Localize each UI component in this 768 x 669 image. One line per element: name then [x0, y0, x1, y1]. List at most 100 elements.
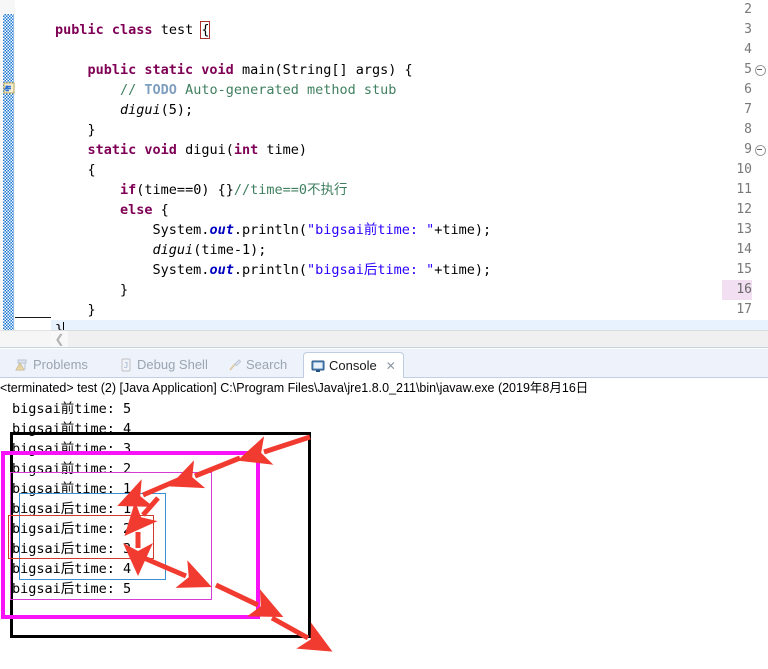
svg-text:J: J	[124, 361, 129, 370]
code-line-6[interactable]: // TODO Auto-generated method stub	[51, 80, 768, 100]
code-token: int	[233, 142, 259, 158]
tab-problems[interactable]: ! Problems	[8, 352, 95, 377]
code-token: {	[200, 21, 211, 39]
code-line-17[interactable]: }	[51, 300, 768, 320]
code-token: public static void	[87, 62, 242, 78]
code-token: digui	[152, 242, 194, 258]
tab-search[interactable]: Search	[221, 352, 294, 377]
tab-label: Console	[329, 357, 377, 373]
code-line-10[interactable]: {	[51, 160, 768, 180]
code-line-12[interactable]: else {	[51, 200, 768, 220]
console-output-line: bigsai前time: 5	[12, 401, 132, 417]
console-output-line: bigsai前time: 4	[12, 421, 132, 437]
tab-label: Problems	[33, 356, 88, 372]
bottom-view-panel: ! Problems J Debug Shell Search Console ✕ <ter…	[0, 349, 768, 669]
code-line-2[interactable]	[51, 0, 768, 20]
console-output-line: bigsai后time: 4	[12, 561, 132, 577]
code-line-8[interactable]: }	[51, 120, 768, 140]
console-output-line: bigsai前time: 2	[12, 461, 132, 477]
svg-text:!: !	[19, 365, 20, 371]
eclipse-ide-window: 23456789101112131415161718 public class …	[0, 0, 768, 669]
console-output-line: bigsai后time: 5	[12, 581, 132, 597]
code-token: +time);	[434, 262, 492, 278]
code-token: }	[55, 122, 96, 138]
code-token: (time-1);	[193, 242, 267, 258]
console-icon	[311, 359, 325, 373]
code-line-3[interactable]: public class test {	[51, 20, 768, 40]
code-token: test	[160, 22, 202, 38]
editor-horizontal-scrollbar[interactable]: ❮	[51, 330, 768, 348]
console-output-line: bigsai后time: 2	[12, 521, 132, 537]
code-line-9[interactable]: static void digui(int time)	[51, 140, 768, 160]
tab-label: Debug Shell	[137, 356, 208, 372]
code-token: +time);	[434, 222, 492, 238]
line-number-gutter	[15, 0, 51, 348]
console-output-line: bigsai后time: 1	[12, 501, 132, 517]
code-token: System.	[55, 222, 210, 238]
code-token: .println(	[233, 262, 307, 278]
close-icon[interactable]: ✕	[386, 354, 396, 378]
console-output[interactable]: bigsai前time: 5 bigsai前time: 4 bigsai前time:…	[0, 399, 768, 669]
code-token: TODO	[144, 82, 177, 98]
code-line-14[interactable]: digui(time-1);	[51, 240, 768, 260]
code-line-4[interactable]	[51, 40, 768, 60]
debug-shell-icon: J	[119, 358, 133, 372]
code-token: //	[120, 82, 145, 98]
code-token: else	[120, 202, 153, 218]
code-token: time)	[258, 142, 308, 158]
console-output-line: bigsai前time: 1	[12, 481, 132, 497]
console-output-line: bigsai前time: 3	[12, 441, 132, 457]
code-token: {	[55, 162, 96, 178]
code-token: {	[152, 202, 169, 218]
code-token: static void	[87, 142, 186, 158]
problems-icon: !	[15, 358, 29, 372]
editor-bottom-left-corner	[0, 330, 52, 348]
code-token: Auto-generated method stub	[176, 82, 397, 98]
code-token: .println(	[233, 222, 307, 238]
code-token: class	[111, 22, 161, 38]
code-line-11[interactable]: if(time==0) {}//time==0不执行	[51, 180, 768, 200]
code-line-5[interactable]: public static void main(String[] args) {	[51, 60, 768, 80]
code-line-15[interactable]: System.out.println("bigsai后time: "+time)…	[51, 260, 768, 280]
code-token: digui	[120, 102, 161, 118]
code-token: if	[120, 182, 137, 198]
code-token: "bigsai前time: "	[306, 222, 435, 238]
java-editor[interactable]: 23456789101112131415161718 public class …	[0, 0, 768, 348]
code-line-16[interactable]: }	[51, 280, 768, 300]
gutter-rule-16	[15, 317, 51, 318]
chevron-left-icon[interactable]: ❮	[51, 331, 68, 348]
change-bar	[3, 14, 14, 344]
console-status-line: <terminated> test (2) [Java Application]…	[0, 381, 589, 395]
code-token: (time==0) {}	[136, 182, 234, 198]
console-output-line: bigsai后time: 3	[12, 541, 132, 557]
code-line-7[interactable]: digui(5);	[51, 100, 768, 120]
quickfix-warning-icon[interactable]	[2, 81, 16, 95]
code-token: (5);	[160, 102, 194, 118]
code-text-area[interactable]: public class test { public static void m…	[51, 0, 768, 348]
code-token: out	[209, 222, 234, 238]
tab-console[interactable]: Console ✕	[303, 352, 404, 378]
code-token: }	[55, 302, 96, 318]
code-token: digui(	[185, 142, 234, 158]
search-icon	[228, 358, 242, 372]
code-token: "bigsai后time: "	[306, 262, 435, 278]
code-token: main(String[] args) {	[241, 62, 413, 78]
code-line-13[interactable]: System.out.println("bigsai前time: "+time)…	[51, 220, 768, 240]
code-token: }	[55, 282, 129, 298]
code-token: //time==0不执行	[233, 182, 348, 198]
editor-bottom-border	[0, 347, 768, 348]
view-tab-bar[interactable]: ! Problems J Debug Shell Search Console ✕	[0, 349, 768, 378]
code-token: System.	[55, 262, 210, 278]
code-token: out	[209, 262, 234, 278]
code-token: public	[55, 22, 112, 38]
tab-debug-shell[interactable]: J Debug Shell	[112, 352, 215, 377]
editor-annotation-ruler	[0, 0, 16, 348]
tab-label: Search	[246, 356, 288, 372]
